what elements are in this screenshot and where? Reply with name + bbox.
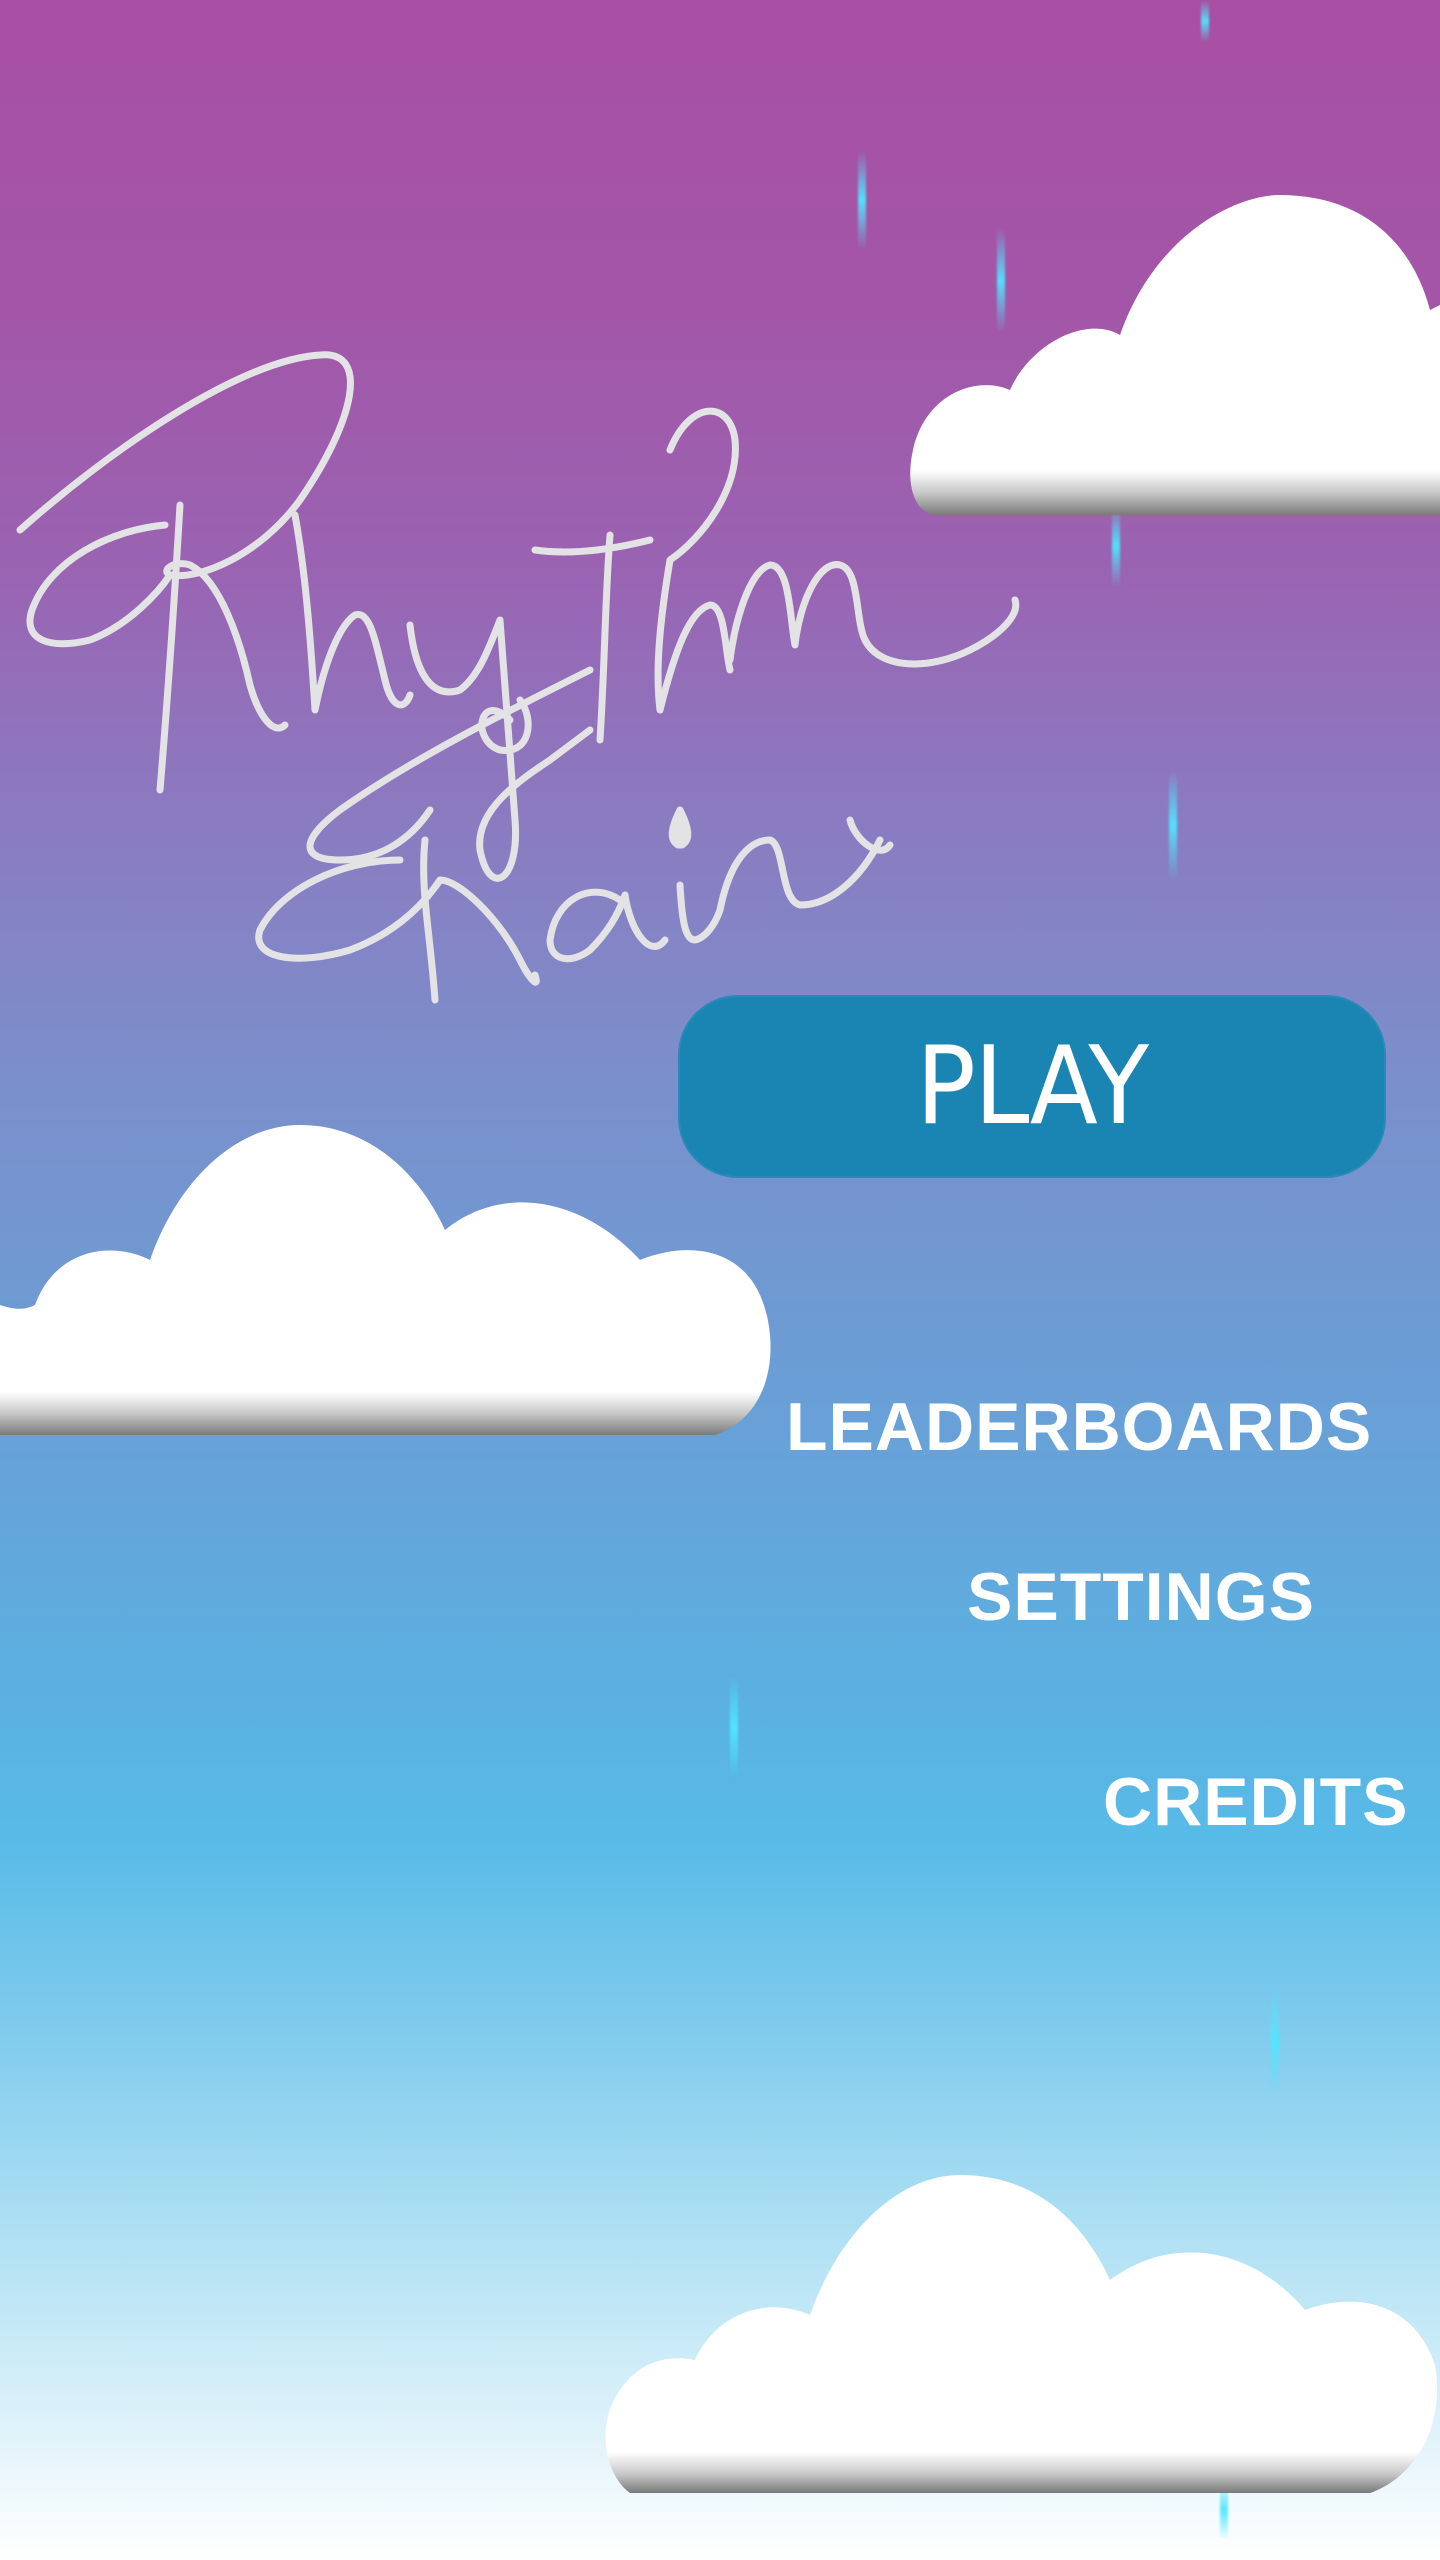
game-logo [16, 351, 1020, 1004]
leaderboards-button[interactable]: LEADERBOARDS [786, 1393, 1372, 1461]
raindrop [858, 150, 866, 250]
cloud-icon [0, 1125, 771, 1435]
raindrop [1169, 770, 1177, 880]
settings-button[interactable]: SETTINGS [967, 1563, 1315, 1631]
cloud-icon [605, 2175, 1438, 2493]
play-button[interactable]: PLAY [678, 995, 1386, 1178]
credits-button[interactable]: CREDITS [1103, 1768, 1408, 1836]
raindrop [1201, 0, 1209, 42]
raindrop [730, 1675, 738, 1780]
raindrop [1271, 1990, 1279, 2095]
main-menu-screen: PLAY LEADERBOARDS SETTINGS CREDITS [0, 0, 1440, 2560]
play-button-label: PLAY [916, 1023, 1149, 1149]
